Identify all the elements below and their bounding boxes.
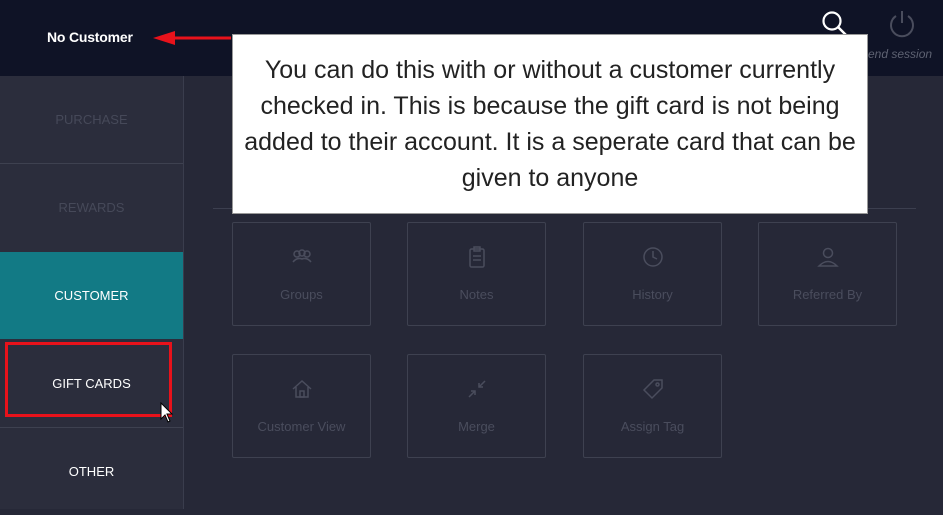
- tile-history[interactable]: History: [583, 222, 722, 326]
- mouse-cursor-icon: [160, 402, 174, 423]
- sidebar-item-label: PURCHASE: [55, 112, 128, 127]
- home-icon: [292, 379, 312, 398]
- tile-assign-tag[interactable]: Assign Tag: [583, 354, 722, 458]
- sidebar-item-label: CUSTOMER: [54, 288, 129, 303]
- tile-label: Customer View: [257, 419, 346, 434]
- tile-label: Referred By: [792, 287, 863, 302]
- sidebar-item-purchase[interactable]: PURCHASE: [0, 76, 183, 163]
- tile-groups[interactable]: Groups: [232, 222, 371, 326]
- person-icon: [817, 247, 839, 267]
- annotation-arrow: [153, 31, 231, 45]
- sidebar-item-rewards[interactable]: REWARDS: [0, 164, 183, 251]
- merge-icon: [468, 380, 486, 398]
- tag-icon: [642, 379, 663, 400]
- customer-status-label[interactable]: No Customer: [47, 29, 133, 45]
- tile-customer-view[interactable]: Customer View: [232, 354, 371, 458]
- end-session-label[interactable]: end session: [868, 47, 932, 61]
- sidebar-item-label: OTHER: [68, 464, 115, 479]
- tile-label: Notes: [459, 287, 494, 302]
- tile-label: Assign Tag: [620, 419, 685, 434]
- sidebar-item-label: REWARDS: [58, 200, 125, 215]
- gift-cards-highlight-box: [5, 342, 172, 417]
- clock-icon: [643, 247, 663, 267]
- clipboard-icon: [469, 246, 485, 268]
- sidebar-item-other[interactable]: OTHER: [0, 428, 183, 515]
- groups-icon: [292, 249, 312, 263]
- tile-referred-by[interactable]: Referred By: [758, 222, 897, 326]
- callout-text: You can do this with or without a custom…: [244, 56, 856, 192]
- tile-label: Groups: [280, 287, 323, 302]
- tile-label: Merge: [458, 419, 495, 434]
- annotation-callout: You can do this with or without a custom…: [232, 34, 868, 214]
- tile-merge[interactable]: Merge: [407, 354, 546, 458]
- sidebar-item-customer[interactable]: CUSTOMER: [0, 252, 183, 339]
- tile-notes[interactable]: Notes: [407, 222, 546, 326]
- search-icon[interactable]: [820, 9, 848, 37]
- power-icon[interactable]: [887, 9, 917, 39]
- tile-label: History: [632, 287, 673, 302]
